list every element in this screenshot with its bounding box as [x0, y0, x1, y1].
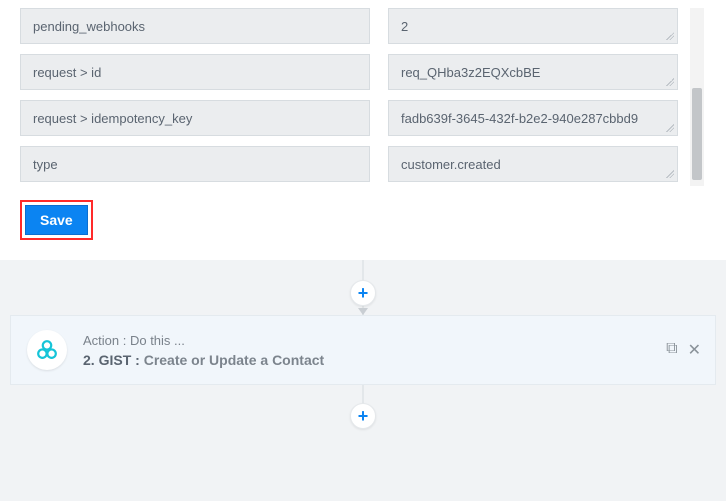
step-pretitle: Action : Do this ... — [83, 333, 324, 348]
field-key-input[interactable]: request > idempotency_key — [20, 100, 370, 136]
step-app: GIST : — [99, 352, 144, 368]
config-panel: pending_webhooks 2 request > id req_QHba… — [0, 0, 726, 260]
field-row: type customer.created — [20, 146, 706, 182]
field-key-input[interactable]: pending_webhooks — [20, 8, 370, 44]
step-action: Create or Update a Contact — [144, 352, 324, 368]
step-number: 2. — [83, 352, 99, 368]
add-step-button[interactable]: + — [350, 403, 376, 429]
field-value-input[interactable]: 2 — [388, 8, 678, 44]
scrollbar-thumb[interactable] — [692, 88, 702, 180]
gist-icon — [36, 339, 58, 361]
connector: + — [0, 385, 726, 431]
field-row: request > idempotency_key fadb639f-3645-… — [20, 100, 706, 136]
step-card[interactable]: Action : Do this ... 2. GIST : Create or… — [10, 315, 716, 385]
scrollbar[interactable] — [690, 8, 704, 186]
field-row: pending_webhooks 2 — [20, 8, 706, 44]
field-key-input[interactable]: request > id — [20, 54, 370, 90]
copy-step-icon[interactable]: ⧉ — [666, 340, 677, 360]
field-row: request > id req_QHba3z2EQXcbBE — [20, 54, 706, 90]
step-text: Action : Do this ... 2. GIST : Create or… — [83, 333, 324, 368]
field-key-input[interactable]: type — [20, 146, 370, 182]
app-icon-wrap — [27, 330, 67, 370]
field-value-input[interactable]: req_QHba3z2EQXcbBE — [388, 54, 678, 90]
field-value-input[interactable]: customer.created — [388, 146, 678, 182]
fields-scroll: pending_webhooks 2 request > id req_QHba… — [20, 0, 706, 182]
step-title: 2. GIST : Create or Update a Contact — [83, 352, 324, 368]
save-highlight: Save — [20, 200, 93, 240]
save-button[interactable]: Save — [25, 205, 88, 235]
field-rows: pending_webhooks 2 request > id req_QHba… — [20, 0, 706, 182]
close-step-icon[interactable]: ✕ — [688, 340, 701, 360]
field-value-input[interactable]: fadb639f-3645-432f-b2e2-940e287cbbd9 — [388, 100, 678, 136]
card-actions: ⧉ ✕ — [666, 340, 701, 360]
connector: + — [0, 260, 726, 315]
connector-arrow-icon — [358, 308, 368, 315]
add-step-button[interactable]: + — [350, 280, 376, 306]
